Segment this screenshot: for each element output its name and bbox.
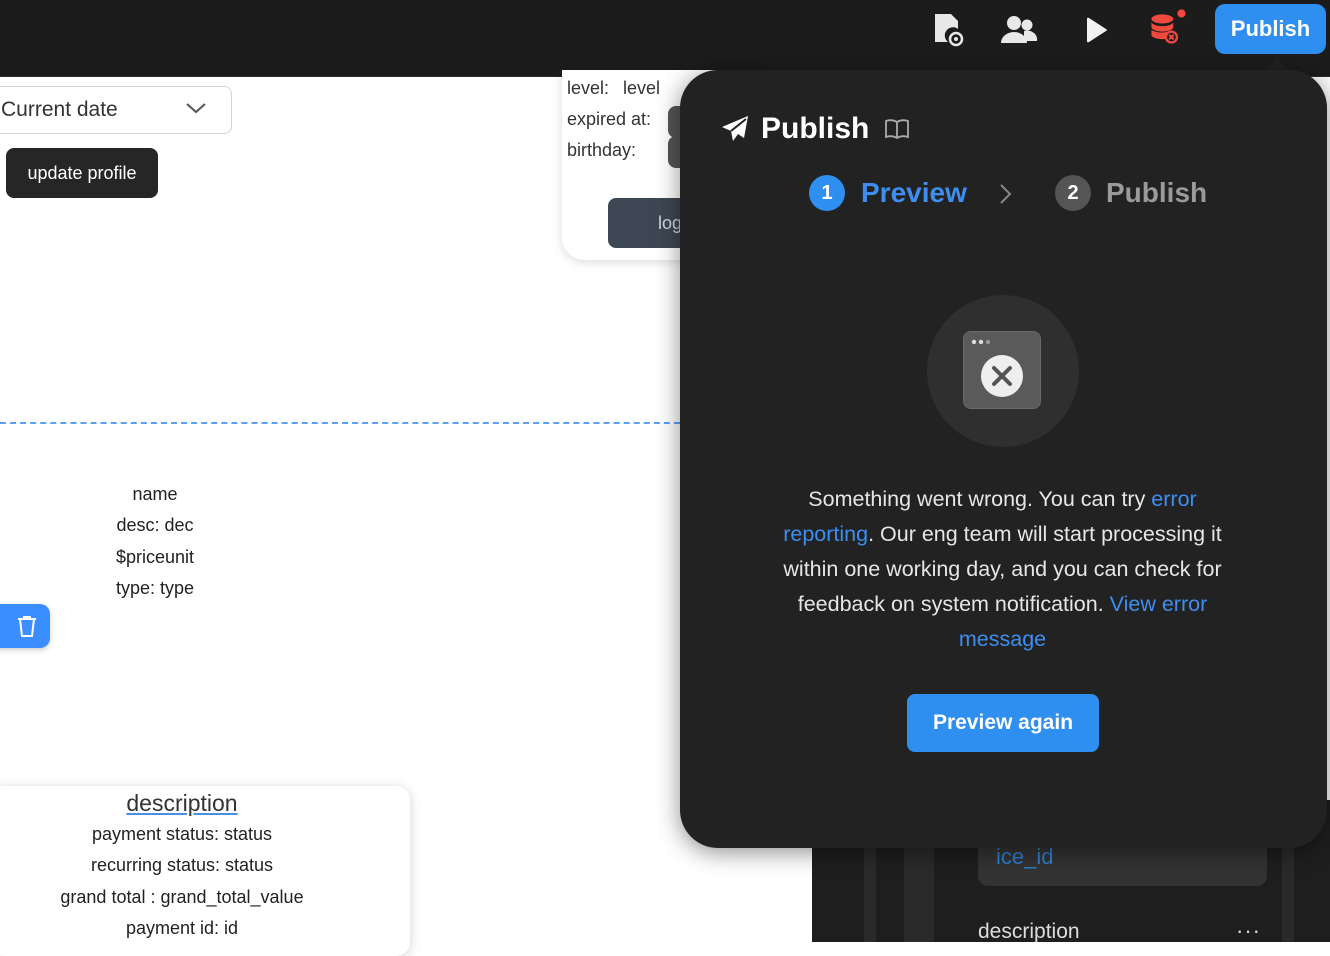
step-1-number: 1 xyxy=(809,175,845,211)
more-options-icon[interactable]: ··· xyxy=(1236,918,1261,944)
description-card: description payment status: status recur… xyxy=(0,786,410,956)
section-divider xyxy=(0,422,690,424)
date-select[interactable]: Current date xyxy=(0,86,232,134)
chevron-right-icon xyxy=(997,182,1013,211)
step-2-number: 2 xyxy=(1055,175,1091,211)
delete-button[interactable] xyxy=(0,604,50,648)
step-preview-label[interactable]: Preview xyxy=(861,177,967,209)
docs-book-icon[interactable] xyxy=(884,118,910,145)
users-icon[interactable] xyxy=(999,10,1039,50)
top-toolbar: Publish xyxy=(0,0,1330,77)
date-select-value: Current date xyxy=(1,98,118,121)
description-title[interactable]: description xyxy=(0,790,374,817)
step-publish-label[interactable]: Publish xyxy=(1106,177,1207,209)
payment-status-line: payment status: status xyxy=(91,824,273,844)
product-name: name xyxy=(132,484,178,504)
popover-title: Publish xyxy=(761,112,870,145)
publish-button[interactable]: Publish xyxy=(1215,4,1326,54)
update-profile-button[interactable]: update profile xyxy=(6,148,158,198)
database-error-icon[interactable] xyxy=(1146,8,1186,48)
level-value: level xyxy=(623,78,661,98)
grand-total-line: grand total : grand_total_value xyxy=(60,887,304,907)
level-label: level: xyxy=(567,78,610,98)
error-window-icon xyxy=(963,331,1041,409)
level-row: level: level xyxy=(567,78,660,99)
description-property-label: description xyxy=(978,920,1080,943)
product-desc: desc: dec xyxy=(116,515,194,535)
trash-icon xyxy=(18,616,36,637)
error-message-text-1: Something went wrong. You can try xyxy=(808,487,1152,511)
preview-again-button[interactable]: Preview again xyxy=(907,694,1099,752)
birthday-label: birthday: xyxy=(567,140,637,160)
log-button-label: log xyxy=(658,212,683,233)
payment-id-line: payment id: id xyxy=(125,918,239,938)
paper-plane-icon xyxy=(720,114,750,149)
chevron-down-icon xyxy=(185,101,207,120)
recurring-status-line: recurring status: status xyxy=(90,855,274,875)
product-price: $priceunit xyxy=(115,547,195,567)
play-icon[interactable] xyxy=(1076,10,1116,50)
product-type: type: type xyxy=(115,578,195,598)
expired-label: expired at: xyxy=(567,109,652,129)
file-settings-icon[interactable] xyxy=(927,10,967,50)
error-message: Something went wrong. You can try error … xyxy=(770,482,1235,657)
